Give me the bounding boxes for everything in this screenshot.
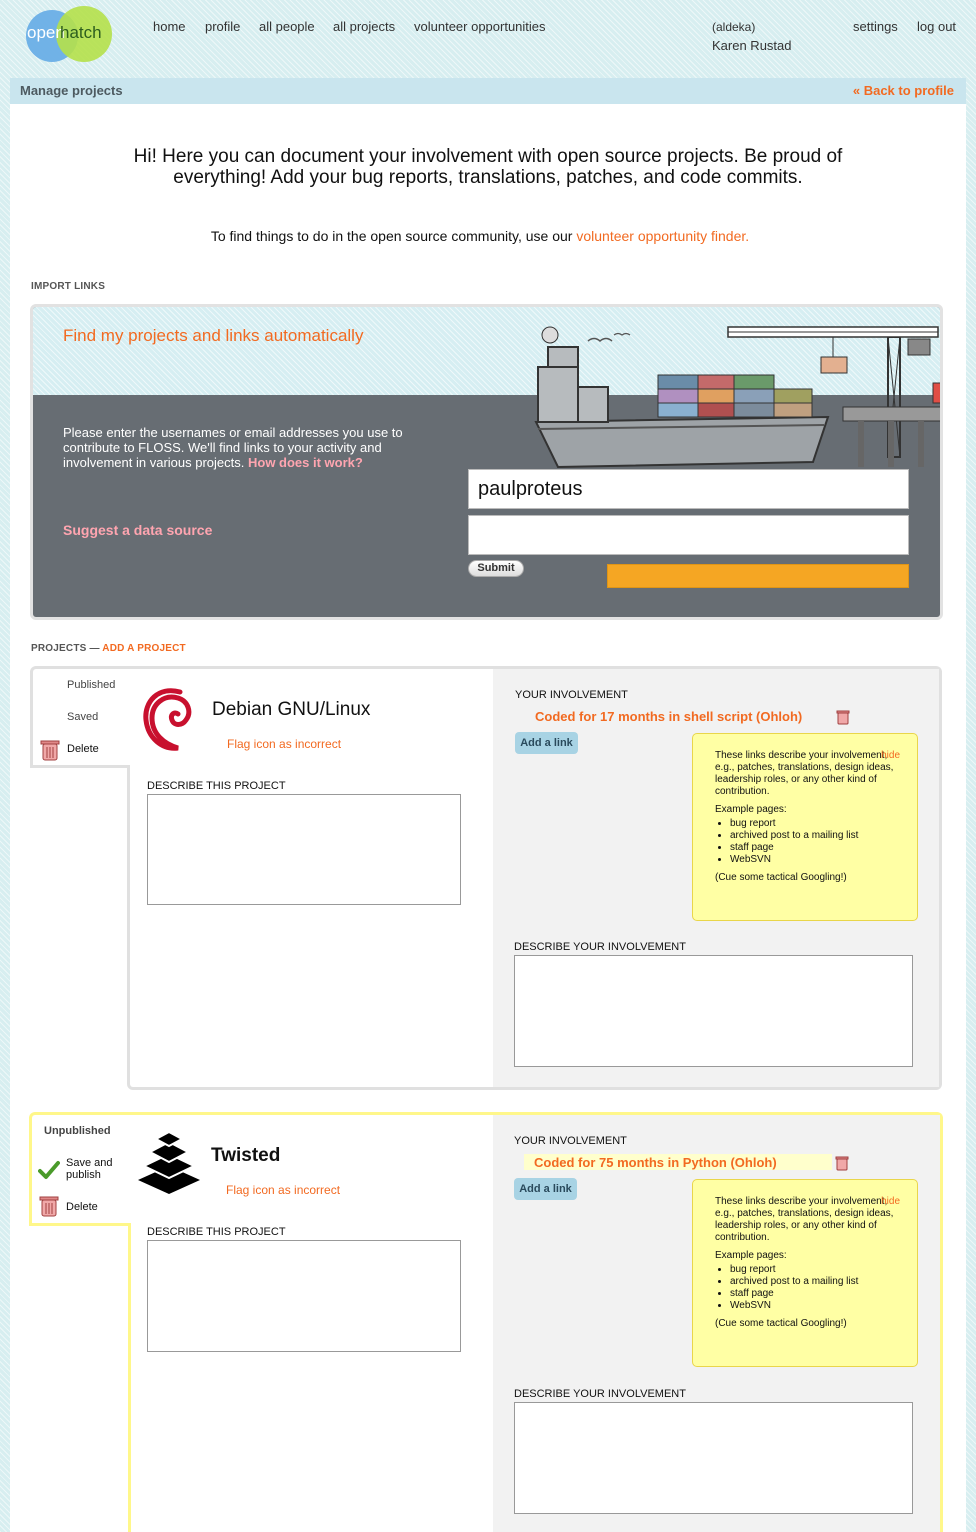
describe-project-textarea[interactable] xyxy=(147,794,461,905)
list-item: bug report xyxy=(730,818,895,830)
list-item: archived post to a mailing list xyxy=(730,830,895,842)
finder-text: To find things to do in the open source … xyxy=(60,228,900,244)
tip-text: These links describe your involvement, e… xyxy=(715,1196,894,1243)
your-involvement-label: YOUR INVOLVEMENT xyxy=(515,689,628,701)
suggest-data-source-link[interactable]: Suggest a data source xyxy=(63,522,212,538)
tip-example-list: bug report archived post to a mailing li… xyxy=(715,818,895,866)
back-to-profile-link[interactable]: « Back to profile xyxy=(853,83,954,98)
delete-button[interactable]: Delete xyxy=(67,743,99,755)
import-progress-bar xyxy=(607,564,909,588)
describe-involvement-textarea[interactable] xyxy=(514,1402,913,1514)
nav-all-projects[interactable]: all projects xyxy=(333,19,395,34)
list-item: WebSVN xyxy=(730,854,895,866)
user-username: (aldeka) xyxy=(712,20,756,34)
save-and-publish-button[interactable]: Save and publish xyxy=(66,1157,126,1181)
tip-example-heading: Example pages: xyxy=(715,804,787,815)
import-description: Please enter the usernames or email addr… xyxy=(63,425,433,470)
tip-example-list: bug report archived post to a mailing li… xyxy=(715,1264,895,1312)
projects-label: PROJECTS — xyxy=(31,643,100,654)
describe-involvement-textarea[interactable] xyxy=(514,955,913,1067)
logo-text-hatch: hatch xyxy=(60,23,102,42)
openhatch-logo[interactable]: open hatch xyxy=(26,6,112,62)
describe-project-textarea[interactable] xyxy=(147,1240,461,1352)
describe-involvement-label: DESCRIBE YOUR INVOLVEMENT xyxy=(514,941,686,953)
list-item: archived post to a mailing list xyxy=(730,1276,895,1288)
volunteer-finder-link[interactable]: volunteer opportunity finder. xyxy=(576,228,749,244)
add-a-link-button[interactable]: Add a link xyxy=(515,732,578,754)
add-a-link-button[interactable]: Add a link xyxy=(514,1178,577,1200)
checkmark-icon[interactable] xyxy=(38,1159,60,1181)
twisted-stack-icon xyxy=(136,1130,202,1196)
list-item: WebSVN xyxy=(730,1300,895,1312)
page-title: Manage projects xyxy=(20,83,123,98)
debian-swirl-icon xyxy=(140,684,198,752)
status-unpublished: Unpublished xyxy=(44,1125,111,1137)
list-item: bug report xyxy=(730,1264,895,1276)
nav-volunteer-opportunities[interactable]: volunteer opportunities xyxy=(414,19,546,34)
involvement-link[interactable]: Coded for 75 months in Python (Ohloh) xyxy=(534,1155,777,1170)
project-name: Twisted xyxy=(211,1145,281,1166)
how-does-it-work-link[interactable]: How does it work? xyxy=(248,455,363,470)
nav-home[interactable]: home xyxy=(153,19,186,34)
username-input-2[interactable] xyxy=(468,515,909,555)
trash-icon[interactable] xyxy=(40,739,60,761)
import-links-label: IMPORT LINKS xyxy=(31,281,106,292)
finder-prefix: To find things to do in the open source … xyxy=(210,228,577,244)
trash-icon[interactable] xyxy=(39,1195,59,1217)
nav-profile[interactable]: profile xyxy=(205,19,240,34)
status-saved: Saved xyxy=(67,711,99,723)
describe-project-label: DESCRIBE THIS PROJECT xyxy=(147,780,286,792)
list-item: staff page xyxy=(730,1288,895,1300)
nav-settings[interactable]: settings xyxy=(853,19,898,34)
hide-tip-link[interactable]: hide xyxy=(881,1196,900,1208)
involvement-link[interactable]: Coded for 17 months in shell script (Ohl… xyxy=(535,709,802,724)
add-project-link[interactable]: ADD A PROJECT xyxy=(102,643,186,654)
tip-cue: (Cue some tactical Googling!) xyxy=(715,872,847,883)
cargo-ship-illustration xyxy=(534,326,940,469)
tip-text: These links describe your involvement, e… xyxy=(715,750,894,797)
hide-tip-link[interactable]: hide xyxy=(881,750,900,762)
nav-user-profile[interactable]: Karen Rustad (aldeka) xyxy=(712,19,792,53)
submit-button[interactable]: Submit xyxy=(468,560,524,577)
tip-cue: (Cue some tactical Googling!) xyxy=(715,1318,847,1329)
describe-involvement-label: DESCRIBE YOUR INVOLVEMENT xyxy=(514,1388,686,1400)
delete-button[interactable]: Delete xyxy=(66,1201,98,1213)
help-tip-box: hide These links describe your involveme… xyxy=(692,733,918,921)
status-published[interactable]: Published xyxy=(67,679,115,691)
list-item: staff page xyxy=(730,842,895,854)
projects-heading: PROJECTS — ADD A PROJECT xyxy=(31,643,186,654)
trash-icon[interactable] xyxy=(836,710,850,725)
manage-projects-bar xyxy=(10,78,966,104)
tip-example-heading: Example pages: xyxy=(715,1250,787,1261)
trash-icon[interactable] xyxy=(835,1156,849,1171)
import-title: Find my projects and links automatically xyxy=(63,326,364,345)
nav-logout[interactable]: log out xyxy=(917,19,956,34)
project-name: Debian GNU/Linux xyxy=(212,699,371,720)
describe-project-label: DESCRIBE THIS PROJECT xyxy=(147,1226,286,1238)
user-name: Karen Rustad xyxy=(712,38,792,53)
flag-icon-incorrect-link[interactable]: Flag icon as incorrect xyxy=(227,737,341,751)
username-input-1[interactable]: paulproteus xyxy=(468,469,909,509)
flag-icon-incorrect-link[interactable]: Flag icon as incorrect xyxy=(226,1183,340,1197)
nav-all-people[interactable]: all people xyxy=(259,19,315,34)
help-tip-box: hide These links describe your involveme… xyxy=(692,1179,918,1367)
intro-text: Hi! Here you can document your involveme… xyxy=(133,146,843,188)
your-involvement-label: YOUR INVOLVEMENT xyxy=(514,1135,627,1147)
